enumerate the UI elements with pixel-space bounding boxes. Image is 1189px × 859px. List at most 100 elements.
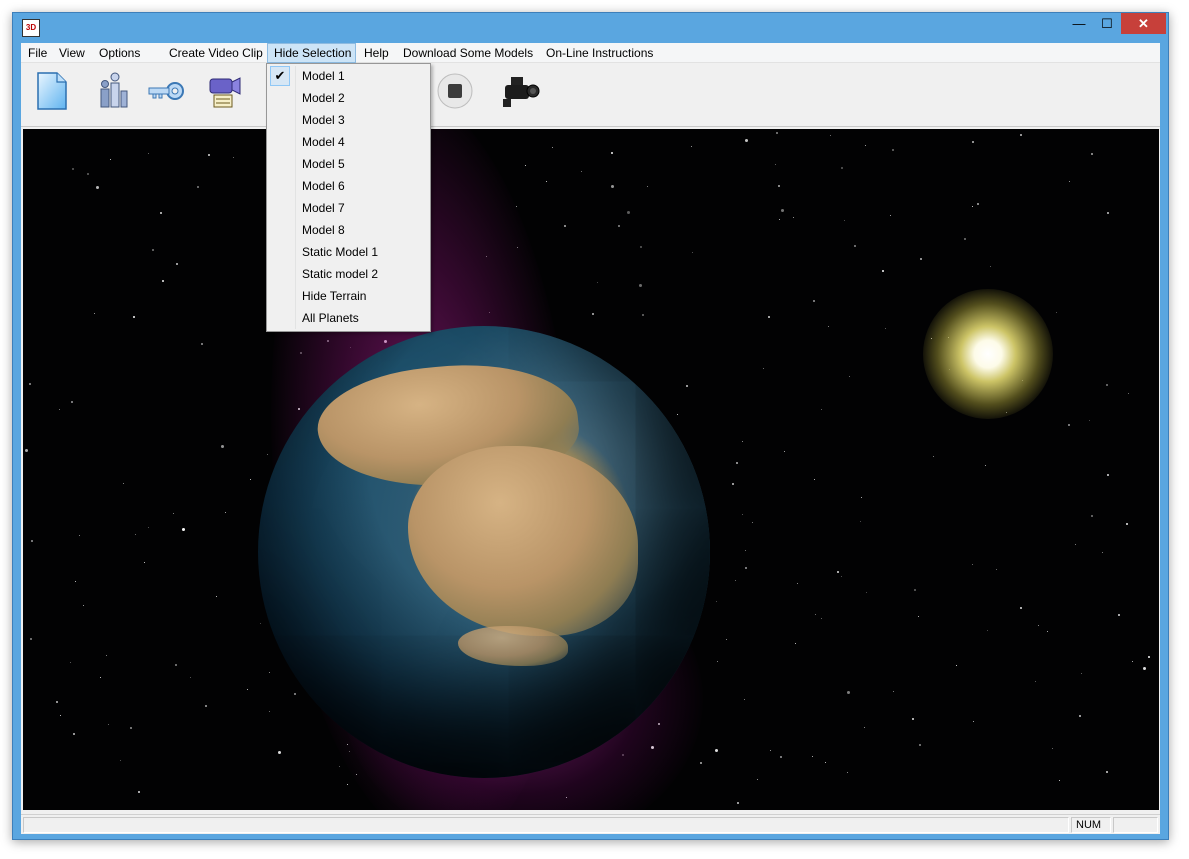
menu-online-instructions[interactable]: On-Line Instructions [540,43,659,63]
star [745,139,748,142]
app-icon[interactable]: 3D [22,19,40,37]
star [828,326,829,327]
model-figures-icon[interactable] [91,69,135,113]
menu-option-model-7[interactable]: Model 7 [269,197,428,219]
star [973,721,974,722]
video-clip-icon[interactable] [202,69,246,113]
earth-planet[interactable] [258,326,710,778]
star [639,284,642,287]
star [778,185,780,187]
star [742,441,743,442]
menu-download-some-models[interactable]: Download Some Models [397,43,539,63]
star [775,164,776,165]
star [205,705,207,707]
star [854,245,856,247]
star [933,456,934,457]
menu-file[interactable]: File [22,43,53,63]
menu-option-model-4[interactable]: Model 4 [269,131,428,153]
star [1089,420,1090,421]
star [717,661,718,662]
star [837,571,839,573]
star [956,665,957,666]
star [737,802,739,804]
menu-option-model-6[interactable]: Model 6 [269,175,428,197]
star [175,664,177,666]
menu-help[interactable]: Help [358,43,395,63]
star [225,512,226,513]
menu-option-model-8[interactable]: Model 8 [269,219,428,241]
star [716,601,717,602]
star [825,762,826,763]
star [1091,515,1093,517]
star [144,562,145,563]
menu-option-label: Model 7 [302,201,345,215]
star [757,779,758,780]
menu-options[interactable]: Options [93,43,146,63]
menu-option-model-2[interactable]: Model 2 [269,87,428,109]
star [795,643,796,644]
menu-option-label: Model 6 [302,179,345,193]
star [611,152,613,154]
menu-option-static-model-2[interactable]: Static model 2 [269,263,428,285]
star [919,744,921,746]
star [31,540,33,542]
star [564,225,566,227]
minimize-button[interactable]: — [1065,13,1093,34]
star [197,186,199,188]
menu-option-all-planets[interactable]: All Planets [269,307,428,329]
title-bar[interactable]: 3D — ☐ ✕ [13,13,1168,43]
star [138,791,140,793]
star [985,465,986,466]
star [640,246,642,248]
star [87,173,89,175]
star [123,483,124,484]
star [173,513,174,514]
star [546,181,547,182]
menu-view[interactable]: View [53,43,91,63]
stop-icon[interactable] [433,69,477,113]
star [780,756,782,758]
menu-hide-selection[interactable]: Hide Selection [267,43,356,63]
new-document-icon[interactable] [29,69,73,113]
star [29,383,31,385]
app-window: 3D — ☐ ✕ File View Options Create Video … [12,12,1169,840]
star [732,483,734,485]
star [1126,523,1128,525]
menu-create-video-clip[interactable]: Create Video Clip [163,43,269,63]
star [763,368,764,369]
star [890,215,891,216]
key-icon[interactable] [145,69,189,113]
maximize-button[interactable]: ☐ [1093,13,1121,34]
star [972,564,973,565]
menu-option-model-5[interactable]: Model 5 [269,153,428,175]
close-button[interactable]: ✕ [1121,13,1166,34]
star [715,749,718,752]
star [776,132,778,134]
star [784,451,785,452]
star [830,135,831,136]
star [1020,607,1022,609]
star [106,655,107,656]
star [1091,153,1093,155]
star [814,479,815,480]
menu-option-hide-terrain[interactable]: Hide Terrain [269,285,428,307]
menu-option-model-1[interactable]: ✔ Model 1 [269,65,428,87]
3d-viewport[interactable] [23,129,1159,810]
star [914,589,916,591]
star [770,750,771,751]
star [278,751,281,754]
star [812,756,813,757]
star [1075,544,1076,545]
star [72,168,74,170]
star [742,514,743,515]
star [736,462,738,464]
star [294,693,296,695]
checkmark-icon: ✔ [270,66,290,86]
menu-option-label: Model 5 [302,157,345,171]
star [108,724,109,725]
star [347,784,348,785]
video-camera-icon[interactable] [499,69,543,113]
star [882,270,884,272]
menu-option-static-model-1[interactable]: Static Model 1 [269,241,428,263]
menu-option-model-3[interactable]: Model 3 [269,109,428,131]
